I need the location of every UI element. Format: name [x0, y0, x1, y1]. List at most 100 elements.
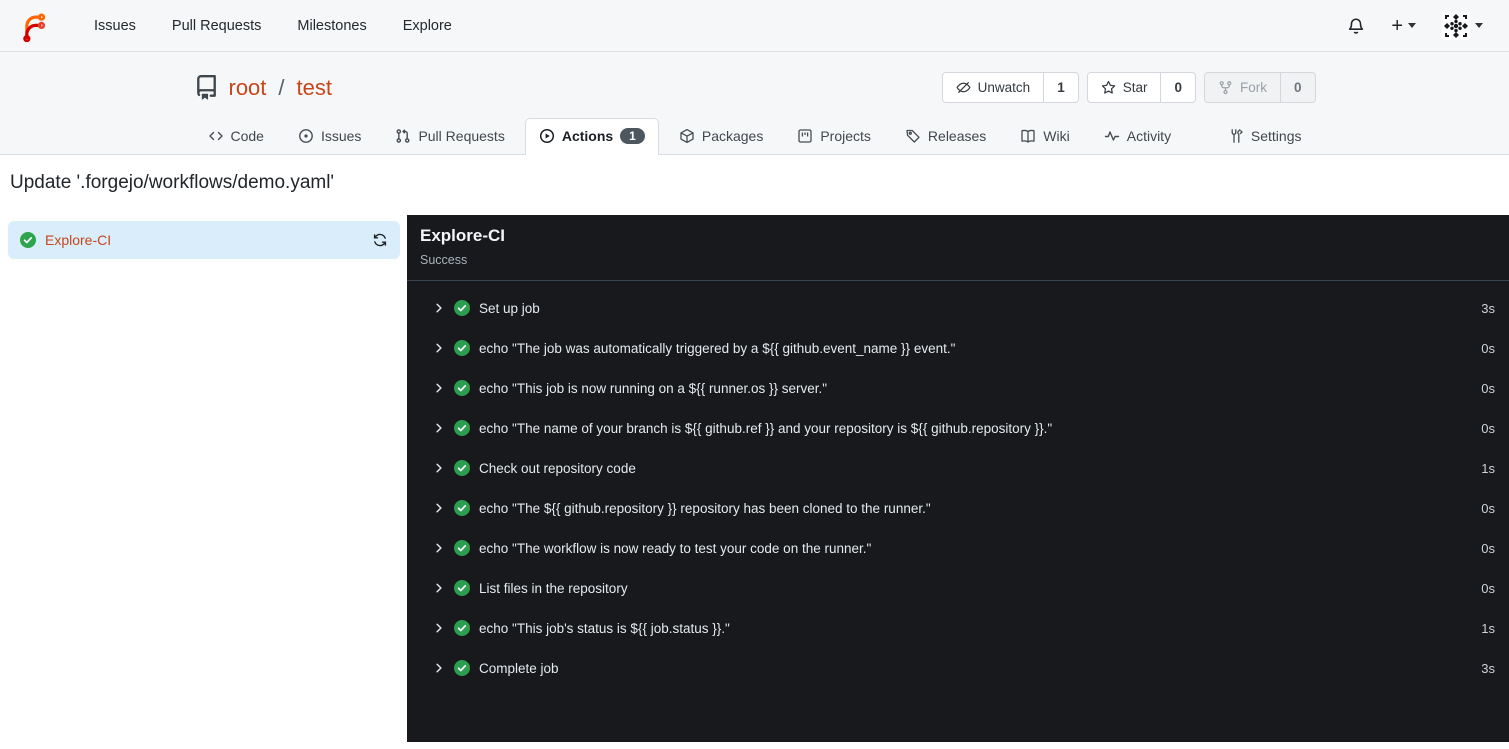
step-success-check-icon: [454, 620, 470, 636]
forgejo-logo[interactable]: [18, 10, 48, 42]
tab-label: Settings: [1250, 128, 1302, 144]
step-row-0[interactable]: Set up job 3s: [407, 288, 1509, 328]
step-row-3[interactable]: echo "The name of your branch is ${{ git…: [407, 408, 1509, 448]
eye-slash-icon: [956, 81, 971, 94]
step-success-check-icon: [454, 660, 470, 676]
repo-book-icon: [194, 75, 219, 100]
step-row-5[interactable]: echo "The ${{ github.repository }} repos…: [407, 488, 1509, 528]
fork-icon: [1219, 81, 1232, 95]
tab-releases[interactable]: Releases: [891, 118, 1000, 154]
chevron-right-icon: [433, 342, 445, 354]
rerun-job-button[interactable]: [372, 232, 388, 248]
unwatch-button[interactable]: Unwatch 1: [941, 72, 1079, 103]
pulse-icon: [1104, 128, 1120, 144]
star-label: Star: [1122, 80, 1148, 95]
step-success-check-icon: [454, 380, 470, 396]
nav-link-pull-requests[interactable]: Pull Requests: [156, 10, 277, 42]
pull-request-icon: [395, 128, 411, 144]
plus-icon: +: [1391, 14, 1403, 37]
step-name: echo "This job is now running on a ${{ r…: [479, 380, 828, 396]
tab-pull-requests[interactable]: Pull Requests: [381, 118, 518, 154]
step-name: Complete job: [479, 660, 559, 676]
star-count[interactable]: 0: [1160, 73, 1195, 102]
repo-action-buttons: Unwatch 1 Star 0 Fork 0: [941, 72, 1316, 103]
nav-link-explore[interactable]: Explore: [387, 10, 468, 42]
repo-owner-link[interactable]: root: [229, 75, 267, 101]
step-row-7[interactable]: List files in the repository 0s: [407, 568, 1509, 608]
step-duration: 0s: [1481, 340, 1495, 356]
tab-label: Code: [230, 128, 264, 144]
nav-link-milestones[interactable]: Milestones: [281, 10, 382, 42]
fork-button[interactable]: Fork 0: [1203, 72, 1316, 103]
fork-label: Fork: [1239, 80, 1267, 95]
tab-activity[interactable]: Activity: [1090, 118, 1185, 154]
tab-label: Activity: [1126, 128, 1172, 144]
caret-down-icon: [1475, 23, 1483, 28]
step-name: echo "The ${{ github.repository }} repos…: [479, 500, 931, 516]
avatar: [1442, 11, 1470, 40]
nav-link-issues[interactable]: Issues: [78, 10, 152, 42]
job-name: Explore-CI: [45, 232, 112, 248]
tab-wiki[interactable]: Wiki: [1006, 118, 1083, 154]
notifications-button[interactable]: [1347, 17, 1365, 35]
step-row-6[interactable]: echo "The workflow is now ready to test …: [407, 528, 1509, 568]
chevron-right-icon: [433, 382, 445, 394]
step-duration: 3s: [1481, 660, 1495, 676]
repo-name-link[interactable]: test: [297, 75, 332, 101]
actions-run-view: Explore-CI Explore-CI Success Set up job…: [0, 215, 1509, 742]
refresh-icon: [373, 233, 387, 247]
nav-links: Issues Pull Requests Milestones Explore: [78, 10, 468, 42]
caret-down-icon: [1408, 23, 1416, 28]
code-icon: [208, 128, 224, 144]
step-duration: 0s: [1481, 580, 1495, 596]
tab-code[interactable]: Code: [194, 118, 278, 154]
tools-icon: [1228, 128, 1244, 144]
navbar-right: +: [1347, 11, 1483, 40]
job-status-text: Success: [420, 253, 468, 267]
step-success-check-icon: [454, 500, 470, 516]
step-duration: 1s: [1481, 460, 1495, 476]
fork-count[interactable]: 0: [1279, 73, 1315, 102]
tab-issues[interactable]: Issues: [284, 118, 375, 154]
create-new-dropdown[interactable]: +: [1391, 16, 1416, 36]
step-row-9[interactable]: Complete job 3s: [407, 648, 1509, 688]
workflow-run-title: Update '.forgejo/workflows/demo.yaml': [10, 172, 335, 193]
chevron-right-icon: [433, 422, 445, 434]
tab-settings[interactable]: Settings: [1214, 118, 1316, 154]
user-menu-dropdown[interactable]: [1442, 11, 1483, 40]
step-success-check-icon: [454, 460, 470, 476]
chevron-right-icon: [433, 502, 445, 514]
unwatch-label: Unwatch: [977, 80, 1031, 95]
step-duration: 0s: [1481, 540, 1495, 556]
tab-label: Releases: [927, 128, 987, 144]
tab-label: Wiki: [1043, 128, 1070, 144]
step-row-2[interactable]: echo "This job is now running on a ${{ r…: [407, 368, 1509, 408]
watch-count[interactable]: 1: [1043, 73, 1078, 102]
step-success-check-icon: [454, 340, 470, 356]
tab-label: Projects: [820, 128, 871, 144]
step-row-4[interactable]: Check out repository code 1s: [407, 448, 1509, 488]
tag-icon: [905, 128, 921, 144]
tab-packages[interactable]: Packages: [665, 118, 777, 154]
step-row-8[interactable]: echo "This job's status is ${{ job.statu…: [407, 608, 1509, 648]
chevron-right-icon: [433, 462, 445, 474]
book-icon: [1020, 128, 1036, 144]
job-item-explore-ci[interactable]: Explore-CI: [8, 221, 400, 259]
issue-circle-dot-icon: [298, 128, 314, 144]
tab-label: Pull Requests: [418, 128, 505, 144]
chevron-right-icon: [433, 662, 445, 674]
actions-count-badge: 1: [620, 128, 645, 144]
star-button[interactable]: Star 0: [1086, 72, 1196, 103]
repo-title: root / test: [194, 75, 332, 101]
job-steps-list: Set up job 3s echo "The job was automati…: [407, 281, 1509, 688]
job-info-header: Explore-CI Success: [407, 215, 1509, 281]
job-title: Explore-CI: [420, 226, 506, 245]
step-row-1[interactable]: echo "The job was automatically triggere…: [407, 328, 1509, 368]
step-success-check-icon: [454, 580, 470, 596]
tab-actions[interactable]: Actions 1: [524, 118, 659, 155]
step-name: echo "This job's status is ${{ job.statu…: [479, 620, 730, 636]
step-success-check-icon: [454, 300, 470, 316]
tab-projects[interactable]: Projects: [783, 118, 885, 154]
star-icon: [1101, 80, 1115, 94]
chevron-right-icon: [433, 622, 445, 634]
